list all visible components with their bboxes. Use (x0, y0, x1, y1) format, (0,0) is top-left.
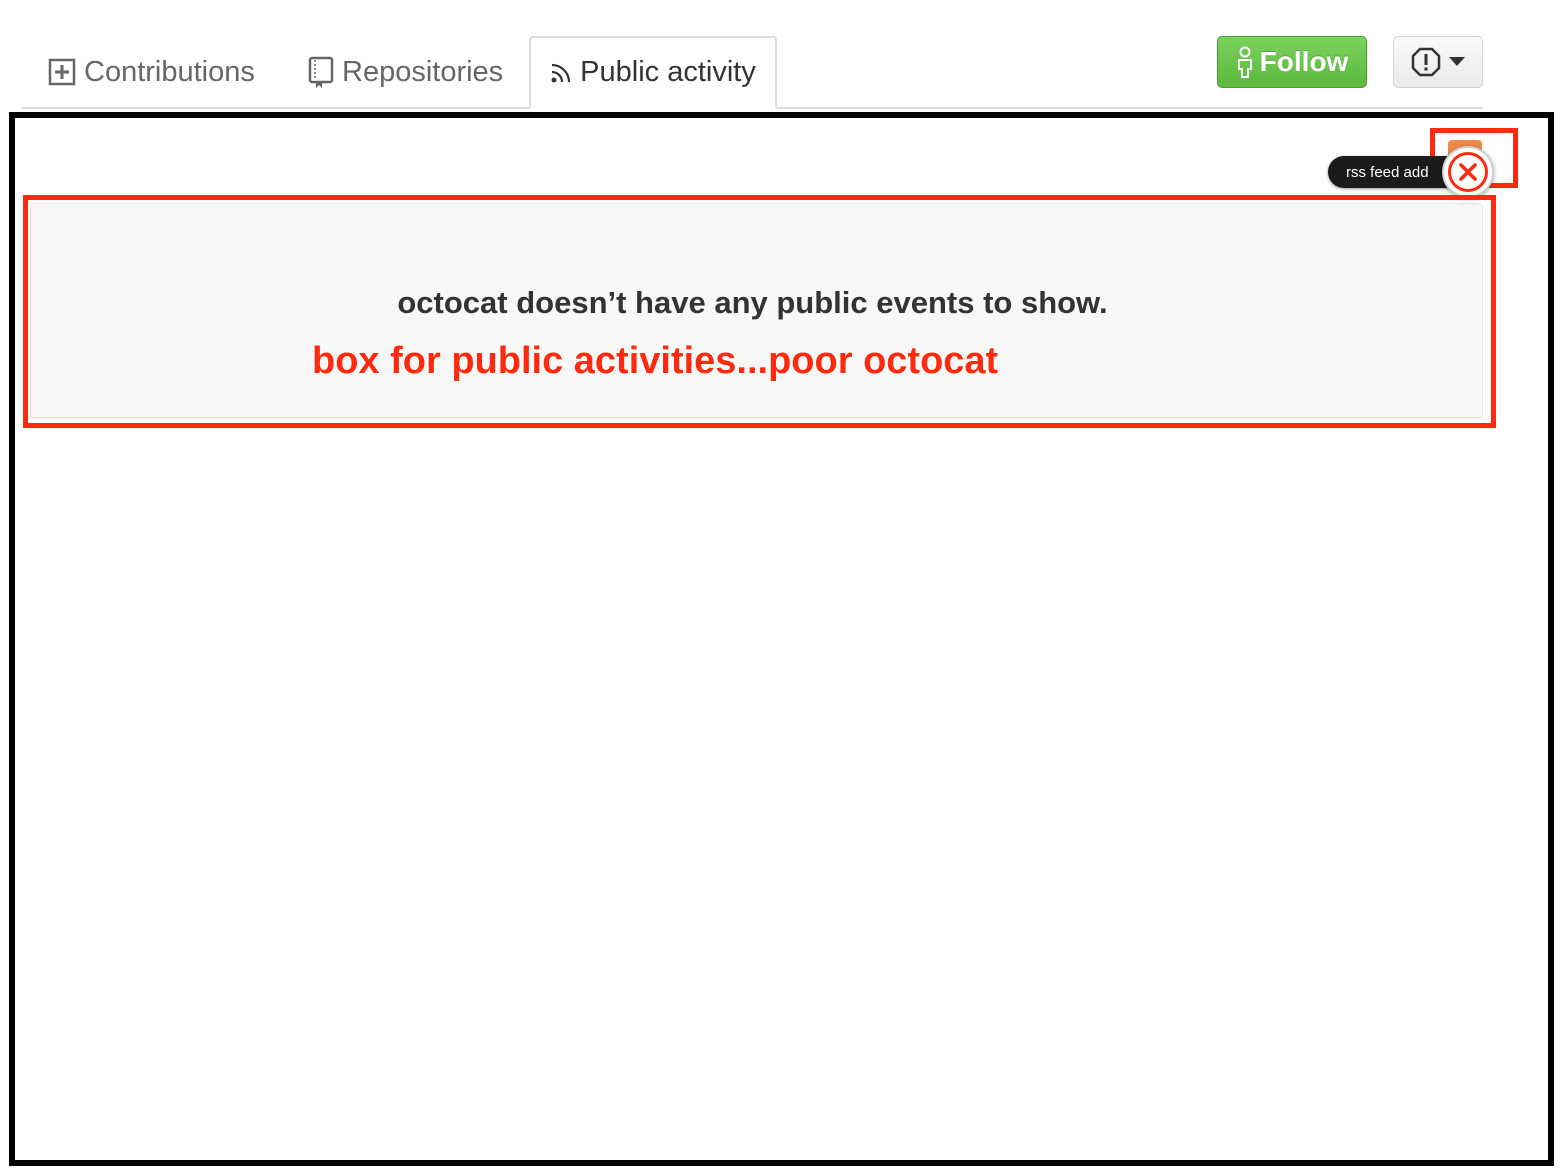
tab-label: Contributions (84, 55, 255, 88)
repo-icon (308, 56, 334, 88)
close-icon (1459, 163, 1477, 181)
plus-square-icon (48, 58, 76, 86)
person-icon (1237, 46, 1252, 78)
follow-label: Follow (1259, 46, 1349, 77)
annotation-highlight-box (23, 195, 1496, 428)
annotation-note: box for public activities...poor octocat (312, 340, 999, 382)
alert-icon (1411, 47, 1441, 77)
tooltip-text: rss feed add (1346, 163, 1429, 181)
tab-label: Repositories (342, 55, 504, 88)
tab-contributions[interactable]: Contributions (48, 36, 255, 108)
report-dropdown-button[interactable] (1393, 36, 1483, 88)
chevron-down-icon (1449, 57, 1465, 66)
close-annotation-button[interactable] (1442, 146, 1494, 198)
follow-button[interactable]: Follow (1217, 36, 1367, 88)
rss-icon (550, 62, 572, 84)
tab-public-activity[interactable]: Public activity (529, 36, 777, 109)
tab-repositories[interactable]: Repositories (308, 36, 503, 108)
tab-label: Public activity (580, 56, 756, 88)
